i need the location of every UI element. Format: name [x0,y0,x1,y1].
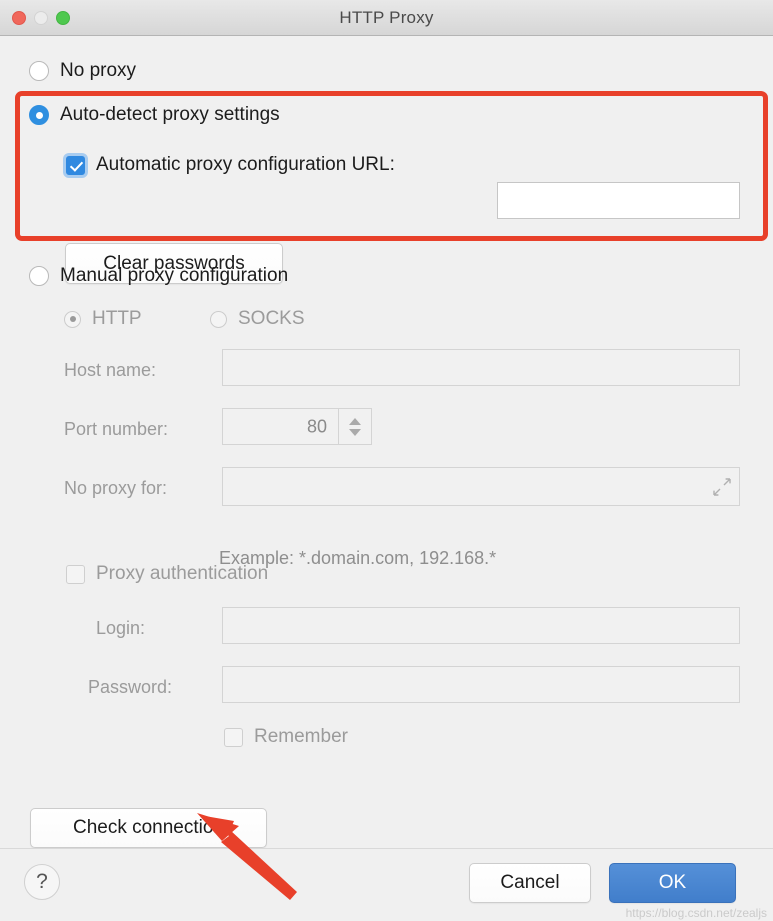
protocol-http-label: HTTP [92,308,142,330]
expand-editor-icon[interactable] [713,478,731,496]
radio-auto-detect-icon[interactable] [29,105,49,125]
http-proxy-dialog: HTTP Proxy No proxy Auto-detect proxy se… [0,0,773,921]
login-input[interactable] [222,607,740,644]
host-name-label: Host name: [64,360,156,381]
window-title: HTTP Proxy [0,8,773,28]
dialog-content: No proxy Auto-detect proxy settings Auto… [0,36,773,848]
check-connection-button[interactable]: Check connection [30,808,267,848]
stepper-up-icon[interactable] [349,418,361,425]
radio-socks-icon[interactable] [210,311,227,328]
ok-label: OK [659,872,686,894]
stepper-down-icon[interactable] [349,429,361,436]
port-number-value: 80 [307,416,327,437]
check-connection-label: Check connection [73,817,224,839]
no-proxy-for-label: No proxy for: [64,478,167,499]
proxy-authentication-label: Proxy authentication [96,563,268,585]
password-input[interactable] [222,666,740,703]
radio-no-proxy-icon[interactable] [29,61,49,81]
option-no-proxy[interactable]: No proxy [29,60,136,82]
option-no-proxy-label: No proxy [60,60,136,82]
port-number-label: Port number: [64,419,168,440]
password-label: Password: [88,677,172,698]
help-icon: ? [36,870,48,894]
port-number-input[interactable]: 80 [222,408,372,445]
dialog-footer: ? Cancel OK https://blog.csdn.net/zealjs [0,848,773,921]
proxy-authentication-option[interactable]: Proxy authentication [66,563,268,585]
protocol-socks-option[interactable]: SOCKS [210,308,305,330]
login-label: Login: [96,618,145,639]
auto-config-url-label: Automatic proxy configuration URL: [96,154,395,176]
protocol-http-option[interactable]: HTTP [64,308,142,330]
protocol-socks-label: SOCKS [238,308,305,330]
option-auto-detect[interactable]: Auto-detect proxy settings [29,104,280,126]
watermark-text: https://blog.csdn.net/zealjs [626,906,767,920]
option-auto-detect-label: Auto-detect proxy settings [60,104,280,126]
option-manual-proxy[interactable]: Manual proxy configuration [29,265,288,287]
help-button[interactable]: ? [24,864,60,900]
checkbox-proxy-authentication-icon[interactable] [66,565,85,584]
checkbox-remember-icon[interactable] [224,728,243,747]
auto-config-url-input[interactable] [497,182,740,219]
port-number-stepper[interactable] [338,409,371,444]
checkbox-auto-config-url-icon[interactable] [66,156,85,175]
cancel-button[interactable]: Cancel [469,863,591,903]
window-titlebar: HTTP Proxy [0,0,773,36]
option-manual-proxy-label: Manual proxy configuration [60,265,288,287]
remember-option[interactable]: Remember [224,726,348,748]
radio-manual-proxy-icon[interactable] [29,266,49,286]
cancel-label: Cancel [500,872,559,894]
host-name-input[interactable] [222,349,740,386]
ok-button[interactable]: OK [609,863,736,903]
remember-label: Remember [254,726,348,748]
auto-config-url-option[interactable]: Automatic proxy configuration URL: [66,154,395,176]
radio-http-icon[interactable] [64,311,81,328]
no-proxy-for-input[interactable] [222,467,740,506]
